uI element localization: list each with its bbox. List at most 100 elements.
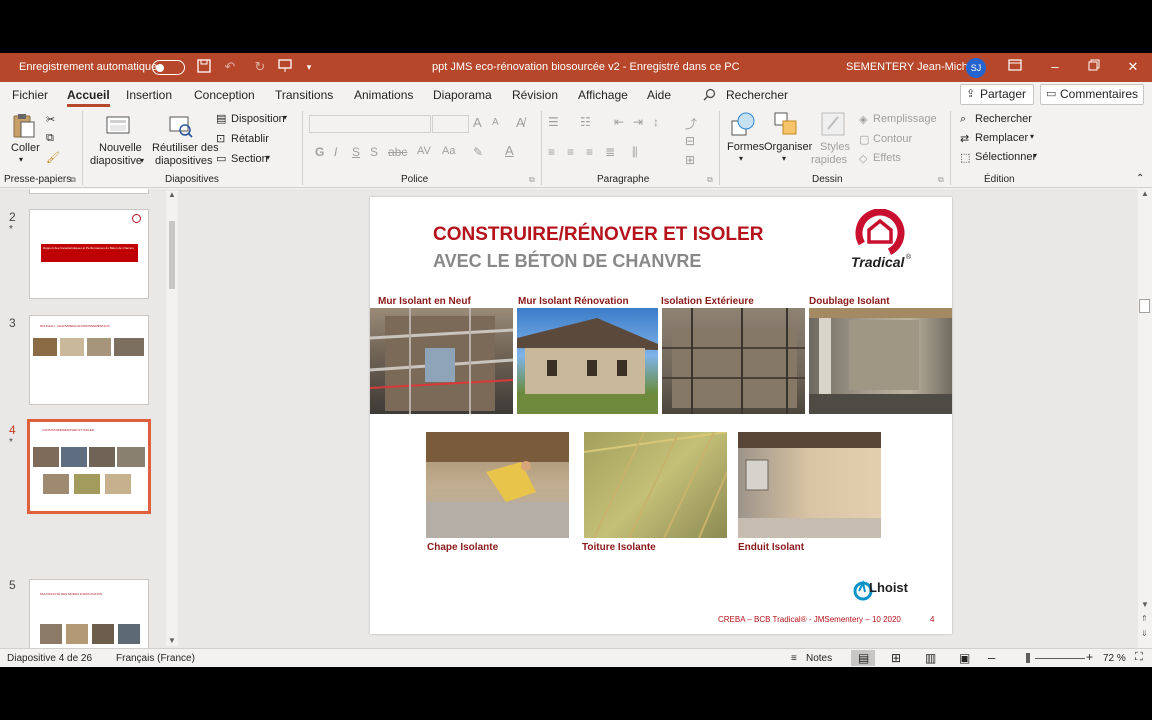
customize-toolbar-icon[interactable]: ▾ xyxy=(301,59,317,75)
line-spacing-icon[interactable]: ↕ xyxy=(653,115,659,129)
format-painter-icon[interactable]: 🖌 xyxy=(46,151,60,164)
align-right-icon[interactable]: ≡ xyxy=(586,145,593,159)
tab-insertion[interactable]: Insertion xyxy=(126,88,172,102)
shrink-font-icon[interactable]: A xyxy=(492,117,499,128)
zoom-slider-thumb[interactable] xyxy=(1026,653,1030,663)
paste-label[interactable]: Coller xyxy=(11,142,40,154)
font-color-icon[interactable]: A xyxy=(505,143,514,158)
cut-icon[interactable]: ✂ xyxy=(46,113,55,126)
save-icon[interactable] xyxy=(196,59,212,75)
arrange-dropdown-icon[interactable]: ▾ xyxy=(782,154,786,163)
shape-fill-button[interactable]: Remplissage xyxy=(873,113,937,125)
tab-revision[interactable]: Révision xyxy=(512,88,558,102)
tell-me-search[interactable]: Rechercher xyxy=(726,88,788,102)
avatar[interactable]: SJ xyxy=(966,58,986,78)
shape-outline-icon[interactable]: ▢ xyxy=(859,133,869,146)
present-icon[interactable] xyxy=(277,59,293,75)
section-dropdown-icon[interactable]: ▾ xyxy=(266,153,270,162)
align-center-icon[interactable]: ≡ xyxy=(567,145,574,159)
slide-subtitle[interactable]: AVEC LE BÉTON DE CHANVRE xyxy=(433,251,701,272)
reading-view-icon[interactable]: ▥ xyxy=(925,651,936,665)
replace-button[interactable]: Remplacer xyxy=(975,132,1028,144)
photo-toiture-isolante[interactable] xyxy=(584,432,727,538)
autosave-toggle[interactable] xyxy=(152,60,185,75)
slide-thumbnail-4-selected[interactable]: CONSTRUIRE/RÉNOVER ET ISOLER xyxy=(27,419,151,514)
notes-button[interactable]: Notes xyxy=(806,653,832,664)
italic-button[interactable]: I xyxy=(334,145,337,159)
undo-icon[interactable]: ↶ xyxy=(222,59,238,75)
photo-mur-isolant-renovation[interactable] xyxy=(517,308,658,414)
drawing-launcher-icon[interactable]: ⧉ xyxy=(938,175,944,185)
slide-scrollbar[interactable]: ▲ ▼ ⇑ ⇓ xyxy=(1138,189,1152,648)
font-name-combobox[interactable] xyxy=(309,115,431,133)
change-case-icon[interactable]: Aa xyxy=(442,145,455,157)
font-size-combobox[interactable] xyxy=(432,115,469,133)
search-icon[interactable] xyxy=(703,88,716,104)
photo-isolation-exterieure[interactable] xyxy=(662,308,805,414)
tab-animations[interactable]: Animations xyxy=(354,88,413,102)
clipboard-launcher-icon[interactable]: ⧉ xyxy=(70,175,76,185)
shape-effects-button[interactable]: Effets xyxy=(873,152,901,164)
underline-button[interactable]: S xyxy=(352,145,360,159)
reuse-slides-label-1[interactable]: Réutiliser des xyxy=(152,142,219,154)
redo-icon[interactable]: ↻ xyxy=(252,59,268,75)
slide-thumbnail-2[interactable]: Rapport des Caractéristiques et Performa… xyxy=(29,209,149,299)
paste-dropdown-icon[interactable]: ▾ xyxy=(19,155,23,164)
share-button[interactable]: ⇪ Partager xyxy=(960,84,1034,105)
shapes-dropdown-icon[interactable]: ▾ xyxy=(739,154,743,163)
shapes-label[interactable]: Formes xyxy=(727,141,764,153)
find-button[interactable]: Rechercher xyxy=(975,113,1032,125)
copy-icon[interactable]: ⧉ xyxy=(46,132,54,145)
layout-dropdown-icon[interactable]: ▾ xyxy=(283,113,287,122)
photo-mur-isolant-neuf[interactable] xyxy=(370,308,513,414)
tab-conception[interactable]: Conception xyxy=(194,88,255,102)
select-button[interactable]: Sélectionner xyxy=(975,151,1036,163)
shadow-button[interactable]: S xyxy=(370,145,378,159)
strikethrough-icon[interactable]: abc xyxy=(388,145,407,159)
reuse-slides-icon[interactable] xyxy=(168,113,194,139)
numbering-icon[interactable]: ☷ xyxy=(580,115,591,129)
reuse-slides-label-2[interactable]: diapositives xyxy=(155,155,212,167)
layout-icon[interactable]: ▤ xyxy=(216,112,226,125)
collapse-ribbon-icon[interactable]: ⌃ xyxy=(1136,173,1144,184)
replace-dropdown-icon[interactable]: ▾ xyxy=(1030,132,1034,141)
slide-thumbnail-1-partial[interactable] xyxy=(29,189,149,194)
char-spacing-icon[interactable]: AV xyxy=(417,145,431,157)
minimize-icon[interactable]: – xyxy=(1047,59,1063,75)
scroll-down-icon[interactable]: ▼ xyxy=(168,636,176,645)
smartart-icon[interactable]: ⊞ xyxy=(685,153,695,167)
paste-icon[interactable] xyxy=(11,113,37,139)
bold-button[interactable]: G xyxy=(315,145,324,159)
slide-sorter-icon[interactable]: ⊞ xyxy=(891,651,901,665)
slide-title[interactable]: CONSTRUIRE/RÉNOVER ET ISOLER xyxy=(433,224,763,246)
close-icon[interactable]: ✕ xyxy=(1125,59,1141,75)
scroll-up-icon[interactable]: ▲ xyxy=(1141,189,1149,198)
quick-styles-icon[interactable] xyxy=(820,111,846,137)
quick-styles-label-1[interactable]: Styles xyxy=(820,141,850,153)
replace-icon[interactable]: ⇄ xyxy=(960,132,969,145)
ribbon-display-icon[interactable] xyxy=(1007,59,1023,75)
previous-slide-icon[interactable]: ⇑ xyxy=(1141,614,1148,623)
arrange-icon[interactable] xyxy=(773,111,799,137)
select-dropdown-icon[interactable]: ▾ xyxy=(1033,151,1037,160)
bullets-icon[interactable]: ☰ xyxy=(548,115,559,129)
language-indicator[interactable]: Français (France) xyxy=(116,653,195,664)
quick-styles-label-2[interactable]: rapides xyxy=(811,154,847,166)
shape-effects-icon[interactable]: ◇ xyxy=(859,152,867,165)
text-direction-icon[interactable]: ⤴ xyxy=(685,115,697,132)
user-name[interactable]: SEMENTERY Jean-Michel xyxy=(846,61,976,73)
tab-transitions[interactable]: Transitions xyxy=(275,88,333,102)
zoom-in-icon[interactable]: + xyxy=(1086,650,1093,664)
tab-diaporama[interactable]: Diaporama xyxy=(433,88,492,102)
scrollbar-thumb[interactable] xyxy=(1139,299,1150,313)
restore-icon[interactable] xyxy=(1086,59,1102,75)
new-slide-label-2[interactable]: diapositive xyxy=(90,155,142,167)
fit-to-window-icon[interactable]: ⛶ xyxy=(1135,651,1143,664)
current-slide[interactable]: CONSTRUIRE/RÉNOVER ET ISOLER AVEC LE BÉT… xyxy=(370,197,952,634)
tab-accueil[interactable]: Accueil xyxy=(67,88,110,107)
section-icon[interactable]: ▭ xyxy=(216,152,226,165)
shape-fill-icon[interactable]: ◈ xyxy=(859,113,867,126)
select-icon[interactable]: ⬚ xyxy=(960,151,970,164)
paragraph-launcher-icon[interactable]: ⧉ xyxy=(707,175,713,185)
slideshow-view-icon[interactable]: ▣ xyxy=(959,651,970,665)
